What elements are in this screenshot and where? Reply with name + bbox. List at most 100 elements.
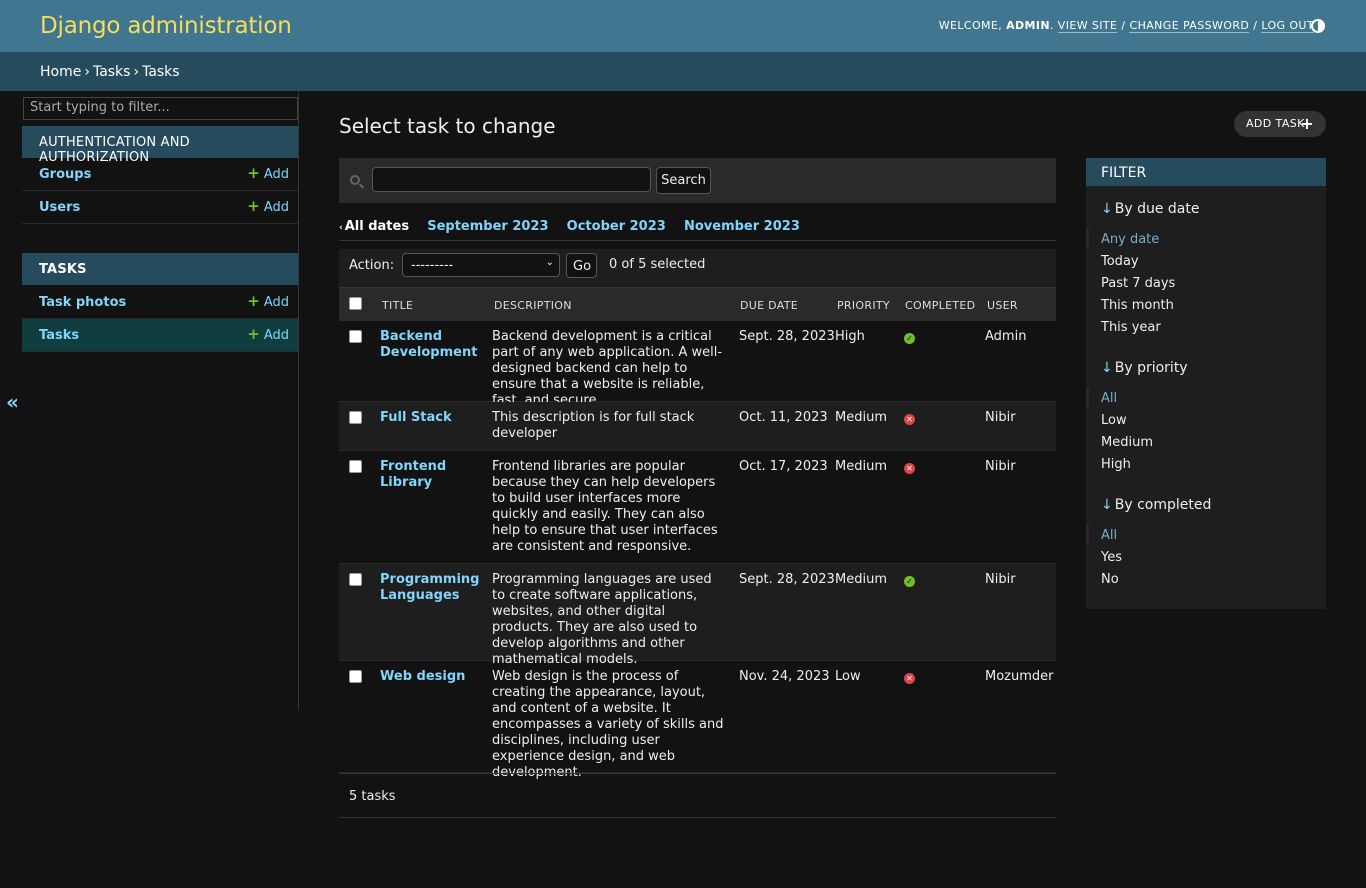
task-due-date: Oct. 11, 2023 <box>739 410 828 425</box>
breadcrumb-home[interactable]: Home <box>40 64 81 80</box>
filter-choice-all-priority[interactable]: All <box>1085 388 1117 408</box>
plus-icon: + <box>247 325 260 343</box>
date-nov-2023[interactable]: November 2023 <box>684 219 800 234</box>
arrow-down-icon: ↓ <box>1101 201 1113 217</box>
action-counter: 0 of 5 selected <box>609 257 706 272</box>
task-description: Backend development is a critical part o… <box>492 329 723 408</box>
search-button[interactable]: Search <box>656 167 711 194</box>
task-description: Programming languages are used to create… <box>492 572 712 667</box>
sidebar-item-users[interactable]: Users + Add <box>22 191 298 224</box>
task-due-date: Oct. 17, 2023 <box>739 459 828 474</box>
task-priority: Medium <box>835 572 887 587</box>
row-checkbox[interactable] <box>349 330 362 343</box>
nav-sidebar: Start typing to filter... Authentication… <box>22 91 299 710</box>
date-hierarchy: ‹ All dates September 2023 October 2023 N… <box>339 219 1056 241</box>
filter-heading-priority[interactable]: ↓ By priority <box>1101 360 1188 376</box>
filter-choice-low[interactable]: Low <box>1101 413 1127 428</box>
app-caption-auth[interactable]: Authentication and Authorization <box>22 126 298 165</box>
date-sep-2023[interactable]: September 2023 <box>427 219 548 234</box>
task-title-link[interactable]: Backend Development <box>380 329 480 361</box>
task-title-link[interactable]: Web design <box>380 669 480 685</box>
breadcrumb-app[interactable]: Tasks <box>93 64 131 80</box>
task-description: Frontend libraries are popular because t… <box>492 459 718 554</box>
search-toolbar: Search <box>339 158 1056 203</box>
search-input[interactable] <box>372 167 651 192</box>
column-due-date[interactable]: Due date <box>740 299 798 312</box>
welcome-text: Welcome, <box>938 19 1003 32</box>
sidebar-item-label[interactable]: Users <box>39 200 80 215</box>
action-select[interactable]: --------- ⌄ <box>402 253 560 277</box>
table-row: Web design Web design is the process of … <box>339 661 1056 780</box>
sidebar-item-tasks[interactable]: Tasks + Add <box>22 319 298 352</box>
filter-choice-yes[interactable]: Yes <box>1101 550 1122 565</box>
log-out-link[interactable]: Log out <box>1261 19 1314 33</box>
filter-choice-this-month[interactable]: This month <box>1101 298 1174 313</box>
plus-icon: + <box>247 292 260 310</box>
site-name[interactable]: Django administration <box>40 13 292 39</box>
add-tasks-link[interactable]: + Add <box>247 325 289 344</box>
column-priority[interactable]: Priority <box>837 299 890 312</box>
theme-toggle-icon[interactable] <box>1311 19 1325 33</box>
sidebar-item-groups[interactable]: Groups + Add <box>22 158 298 191</box>
go-button[interactable]: Go <box>566 253 597 278</box>
nav-filter-input[interactable]: Start typing to filter... <box>23 97 298 120</box>
task-user: Admin <box>985 329 1027 344</box>
column-user[interactable]: User <box>987 299 1018 312</box>
filter-heading-completed[interactable]: ↓ By completed <box>1101 497 1211 513</box>
paginator: 5 tasks <box>339 773 1056 818</box>
task-title-link[interactable]: Full Stack <box>380 410 480 426</box>
select-all-checkbox[interactable] <box>349 297 362 310</box>
change-password-link[interactable]: Change password <box>1129 19 1250 33</box>
add-users-link[interactable]: + Add <box>247 197 289 216</box>
filter-choice-past-7-days[interactable]: Past 7 days <box>1101 276 1175 291</box>
chevron-down-icon: ⌄ <box>545 257 554 268</box>
chevron-left-icon: ‹ <box>339 223 343 233</box>
user-tools: Welcome, Admin. View site / Change passwor… <box>938 19 1314 33</box>
task-priority: Low <box>835 669 861 684</box>
view-site-link[interactable]: View site <box>1057 19 1118 33</box>
sidebar-item-label[interactable]: Groups <box>39 167 91 182</box>
task-user: Nibir <box>985 459 1016 474</box>
filter-choice-any-date[interactable]: Any date <box>1085 229 1159 249</box>
filter-choice-no[interactable]: No <box>1101 572 1119 587</box>
all-dates-link[interactable]: ‹ All dates <box>339 219 409 234</box>
filter-heading-due-date[interactable]: ↓ By due date <box>1101 201 1199 217</box>
add-task-photos-link[interactable]: + Add <box>247 292 289 311</box>
sidebar-item-label[interactable]: Task photos <box>39 295 126 310</box>
column-completed[interactable]: Completed <box>905 299 975 312</box>
page-title: Select task to change <box>339 114 556 138</box>
sidebar-item-task-photos[interactable]: Task photos + Add <box>22 286 298 319</box>
filter-choice-this-year[interactable]: This year <box>1101 320 1161 335</box>
filter-choice-high[interactable]: High <box>1101 457 1131 472</box>
add-groups-link[interactable]: + Add <box>247 166 289 183</box>
filter-choice-all-completed[interactable]: All <box>1085 525 1117 545</box>
toggle-sidebar-button[interactable]: « <box>6 390 19 414</box>
row-checkbox[interactable] <box>349 411 362 424</box>
add-task-button[interactable]: Add task + <box>1234 111 1326 137</box>
filter-choice-medium[interactable]: Medium <box>1101 435 1153 450</box>
app-caption-tasks[interactable]: Tasks <box>22 253 298 285</box>
column-description[interactable]: Description <box>494 299 572 312</box>
row-checkbox[interactable] <box>349 573 362 586</box>
date-oct-2023[interactable]: October 2023 <box>567 219 666 234</box>
plus-icon: + <box>247 197 260 215</box>
row-checkbox[interactable] <box>349 460 362 473</box>
table-header: Title Description Due date Priority Comp… <box>339 287 1056 321</box>
search-icon <box>350 175 360 185</box>
task-due-date: Sept. 28, 2023 <box>739 572 835 587</box>
header: Django administration Welcome, Admin. Vi… <box>0 0 1366 52</box>
task-description: Web design is the process of creating th… <box>492 669 724 780</box>
cross-icon: ✕ <box>904 673 915 684</box>
row-checkbox[interactable] <box>349 670 362 683</box>
column-title[interactable]: Title <box>382 299 413 312</box>
task-title-link[interactable]: Frontend Library <box>380 459 480 491</box>
plus-icon: + <box>1300 114 1314 133</box>
filter-choice-today[interactable]: Today <box>1101 254 1139 269</box>
task-title-link[interactable]: Programming Languages <box>380 572 480 604</box>
task-user: Mozumder <box>985 669 1054 684</box>
filter-title: Filter <box>1086 158 1326 186</box>
sidebar-item-label[interactable]: Tasks <box>39 328 79 343</box>
table-row: Frontend Library Frontend libraries are … <box>339 451 1056 564</box>
table-row: Backend Development Backend development … <box>339 321 1056 408</box>
table-row: Programming Languages Programming langua… <box>339 564 1056 667</box>
